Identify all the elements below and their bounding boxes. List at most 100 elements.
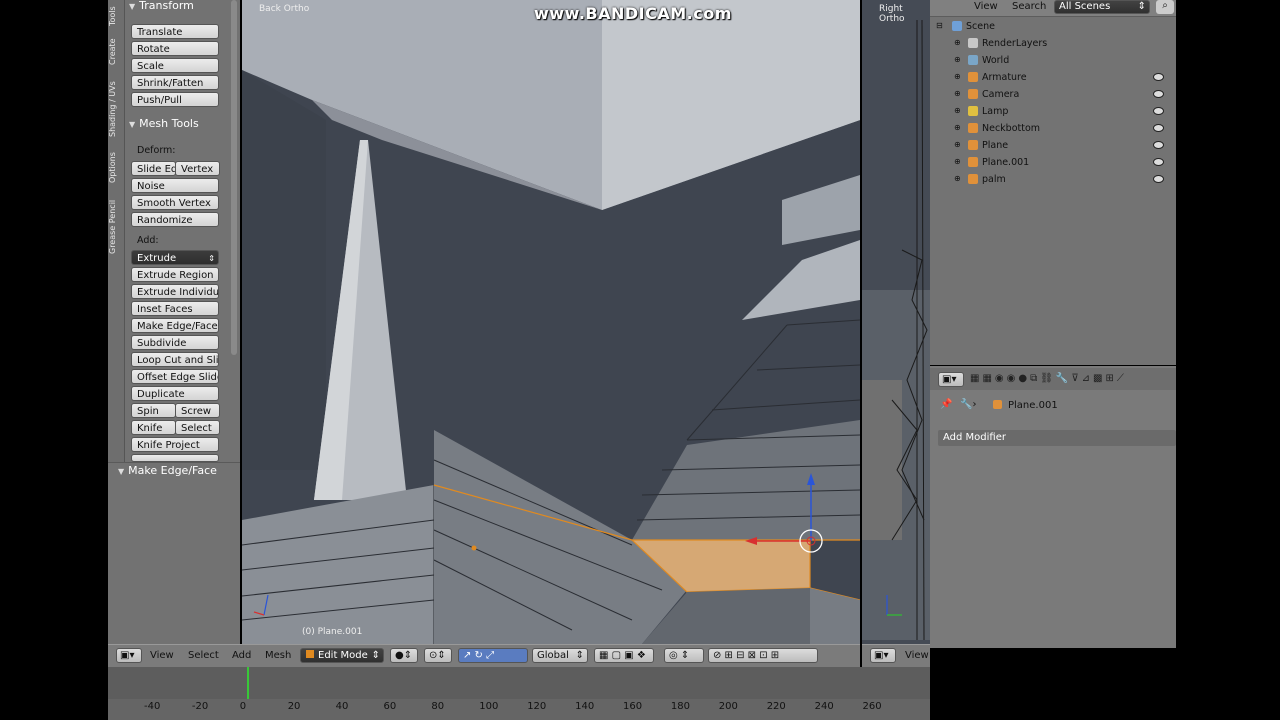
subdivide-button[interactable]: Subdivide <box>131 335 219 350</box>
outliner-row[interactable]: ⊕ Plane.001 <box>930 154 1176 171</box>
expand-toggle-icon[interactable]: ⊕ <box>954 38 961 47</box>
noise-button[interactable]: Noise <box>131 178 219 193</box>
select-menu[interactable]: Select <box>188 650 219 661</box>
knife-select-button[interactable]: Select <box>175 420 220 435</box>
outliner-item-name[interactable]: Camera <box>982 89 1019 100</box>
visibility-eye-icon[interactable] <box>1153 175 1164 183</box>
outliner-row[interactable]: ⊕ Camera <box>930 86 1176 103</box>
outliner-row[interactable]: ⊕ Lamp <box>930 103 1176 120</box>
outliner-row[interactable]: ⊕ palm <box>930 171 1176 188</box>
expand-toggle-icon[interactable]: ⊕ <box>954 72 961 81</box>
pin-icon[interactable]: 📌 <box>940 399 952 410</box>
right-view-menu[interactable]: View <box>905 650 929 661</box>
visibility-eye-icon[interactable] <box>1153 90 1164 98</box>
randomize-button[interactable]: Randomize <box>131 212 219 227</box>
timeline[interactable]: -40 -20 0 20 40 60 80 100 120 140 160 180 200 220 240 2… <box>108 667 930 720</box>
view-menu[interactable]: View <box>150 650 174 661</box>
knife-button[interactable]: Knife <box>131 420 176 435</box>
visibility-eye-icon[interactable] <box>1153 141 1164 149</box>
outliner-search-menu[interactable]: Search <box>1012 1 1046 12</box>
snap-icons: ⊘ ⊞ ⊟ ⊠ ⊡ ⊞ <box>713 650 780 661</box>
slide-vertex-button[interactable]: Vertex <box>175 161 220 176</box>
tab-options[interactable]: Options <box>108 148 124 188</box>
right-3d-viewport[interactable]: Right Ortho <box>862 0 930 644</box>
extrude-individual-button[interactable]: Extrude Individual <box>131 284 219 299</box>
make-edge-face-panel-header[interactable]: ▼ Make Edge/Face <box>118 464 217 477</box>
outliner-item-name[interactable]: Armature <box>982 72 1027 83</box>
props-editor-type-button[interactable]: ▣▾ <box>938 372 964 387</box>
context-tab-icons[interactable]: ▦▦◉◉●⧉⛓🔧⊽⊿▩⊞⟋ <box>970 373 1127 384</box>
outliner-view-menu[interactable]: View <box>974 1 998 12</box>
editor-type-button[interactable]: ▣▾ <box>116 648 142 663</box>
visibility-eye-icon[interactable] <box>1153 107 1164 115</box>
expand-toggle-icon[interactable]: ⊕ <box>954 106 961 115</box>
rotate-button[interactable]: Rotate <box>131 41 219 56</box>
lower-left-slabs <box>242 485 434 644</box>
outliner-item-name[interactable]: RenderLayers <box>982 38 1047 49</box>
visibility-eye-icon[interactable] <box>1153 124 1164 132</box>
tab-shading-uvs[interactable]: Shading / UVs <box>108 76 124 142</box>
select-mode-buttons[interactable]: ▦ ▢ ▣ ❖ <box>594 648 654 663</box>
outliner-filter-dropdown[interactable]: All Scenes ⇕ <box>1054 0 1150 14</box>
viewport-shading-dropdown[interactable]: ●⇕ <box>390 648 418 663</box>
make-edge-face-button[interactable]: Make Edge/Face <box>131 318 219 333</box>
outliner-row[interactable]: ⊕ Armature <box>930 69 1176 86</box>
manipulator-toggles[interactable]: ↗ ↻ ⤢ <box>458 648 528 663</box>
tab-create[interactable]: Create <box>108 34 124 70</box>
proportional-edit-dropdown[interactable]: ◎ ⇕ <box>664 648 704 663</box>
inset-faces-button[interactable]: Inset Faces <box>131 301 219 316</box>
outliner-item-name[interactable]: palm <box>982 174 1006 185</box>
3d-viewport[interactable]: Back Ortho (0) Plane.001 <box>242 0 860 644</box>
mode-dropdown[interactable]: Edit Mode ⇕ <box>300 648 384 663</box>
outliner-item-name[interactable]: Plane.001 <box>982 157 1029 168</box>
scale-button[interactable]: Scale <box>131 58 219 73</box>
expand-toggle-icon[interactable]: ⊕ <box>954 140 961 149</box>
shrink-fatten-button[interactable]: Shrink/Fatten <box>131 75 219 90</box>
expand-toggle-icon[interactable]: ⊕ <box>954 55 961 64</box>
right-editor-type-button[interactable]: ▣▾ <box>870 648 896 663</box>
tab-tools[interactable]: Tools <box>108 2 124 30</box>
bisect-button-truncated[interactable] <box>131 454 219 462</box>
visibility-eye-icon[interactable] <box>1153 73 1164 81</box>
outliner-row[interactable]: ⊟ Scene <box>930 18 1176 35</box>
outliner-row[interactable]: ⊕ RenderLayers <box>930 35 1176 52</box>
tab-grease-pencil[interactable]: Grease Pencil <box>108 194 124 260</box>
outliner-item-name[interactable]: World <box>982 55 1009 66</box>
translate-button[interactable]: Translate <box>131 24 219 39</box>
knife-project-button[interactable]: Knife Project <box>131 437 219 452</box>
search-icon[interactable]: ⌕ <box>1156 0 1174 14</box>
extrude-dropdown[interactable]: Extrude ⇕ <box>131 250 219 265</box>
outliner-item-name[interactable]: Lamp <box>982 106 1008 117</box>
pivot-point-dropdown[interactable]: ⊙⇕ <box>424 648 452 663</box>
add-modifier-button[interactable]: Add Modifier <box>938 430 1176 446</box>
mesh-menu[interactable]: Mesh <box>265 650 291 661</box>
smooth-vertex-button[interactable]: Smooth Vertex <box>131 195 219 210</box>
outliner-row[interactable]: ⊕ Plane <box>930 137 1176 154</box>
screw-button[interactable]: Screw <box>175 403 220 418</box>
offset-edge-slide-button[interactable]: Offset Edge Slide <box>131 369 219 384</box>
duplicate-button[interactable]: Duplicate <box>131 386 219 401</box>
visibility-eye-icon[interactable] <box>1153 158 1164 166</box>
push-pull-button[interactable]: Push/Pull <box>131 92 219 107</box>
slide-edge-button[interactable]: Slide Ed <box>131 161 176 176</box>
tool-shelf-scrollbar[interactable] <box>231 0 237 355</box>
expand-toggle-icon[interactable]: ⊕ <box>954 89 961 98</box>
outliner-item-name[interactable]: Plane <box>982 140 1008 151</box>
spin-button[interactable]: Spin <box>131 403 176 418</box>
loop-cut-slide-button[interactable]: Loop Cut and Slide <box>131 352 219 367</box>
outliner-row[interactable]: ⊕ World <box>930 52 1176 69</box>
orientation-dropdown[interactable]: Global ⇕ <box>532 648 588 663</box>
add-menu[interactable]: Add <box>232 650 251 661</box>
outliner-row[interactable]: ⊕ Neckbottom <box>930 120 1176 137</box>
expand-toggle-icon[interactable]: ⊟ <box>936 21 943 30</box>
expand-toggle-icon[interactable]: ⊕ <box>954 174 961 183</box>
snapping-controls[interactable]: ⊘ ⊞ ⊟ ⊠ ⊡ ⊞ <box>708 648 818 663</box>
expand-toggle-icon[interactable]: ⊕ <box>954 123 961 132</box>
expand-toggle-icon[interactable]: ⊕ <box>954 157 961 166</box>
extrude-region-button[interactable]: Extrude Region <box>131 267 219 282</box>
object-type-icon <box>968 157 978 167</box>
transform-panel-header[interactable]: ▼ Transform <box>129 0 194 12</box>
mesh-tools-panel-header[interactable]: ▼ Mesh Tools <box>129 117 199 130</box>
outliner-item-name[interactable]: Neckbottom <box>982 123 1040 134</box>
outliner-item-name[interactable]: Scene <box>966 21 995 32</box>
